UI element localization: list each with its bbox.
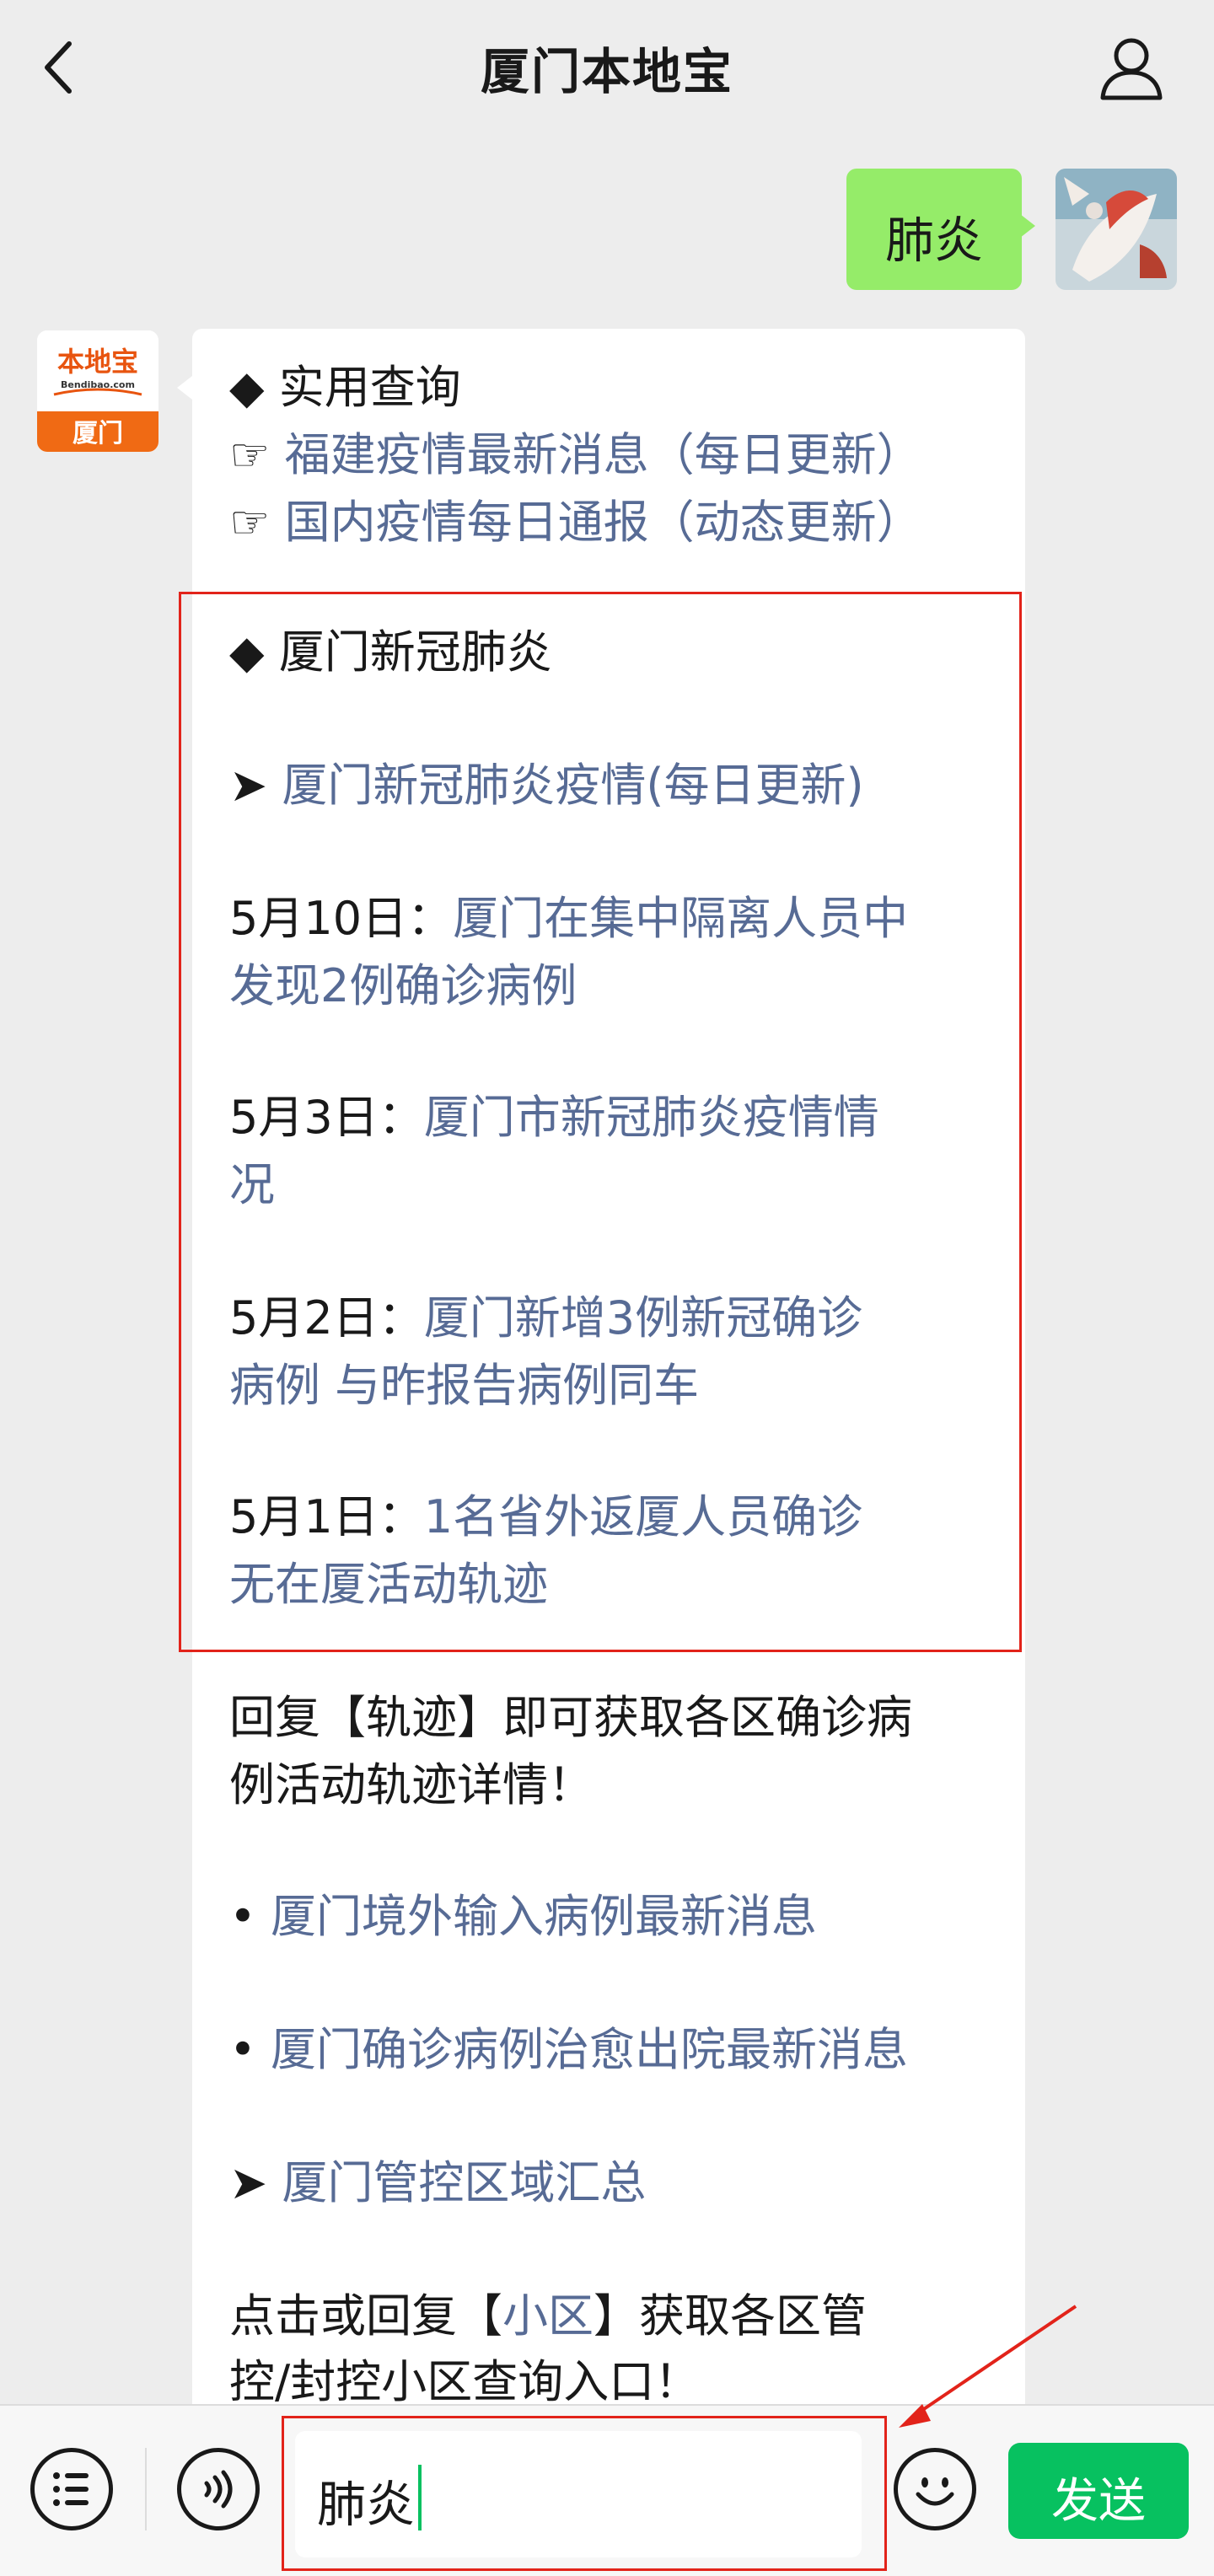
message-text: 例活动轨迹详情！ xyxy=(229,1758,594,1811)
chat-header: 厦门本地宝 xyxy=(0,0,1214,135)
message-link[interactable]: 发现2例确诊病例 xyxy=(229,959,577,1012)
send-button[interactable]: 发送 xyxy=(1008,2443,1189,2539)
news-item-may1-cont[interactable]: 无在厦活动轨迹 xyxy=(229,1551,548,1618)
line-prefix: • xyxy=(229,1890,271,1943)
section-xiamen-covid: ◆ 厦门新冠肺炎 xyxy=(229,619,552,686)
emoji-icon[interactable] xyxy=(894,2448,976,2530)
line-prefix: 5月1日： xyxy=(229,1490,424,1543)
bendibao-logo: 本地宝 Bendibao.com 厦门 xyxy=(37,330,158,452)
section-practical-query: ◆ 实用查询 xyxy=(229,354,461,421)
line-prefix: 5月2日： xyxy=(229,1291,424,1344)
link-xiamen-daily[interactable]: ➤ 厦门新冠肺炎疫情(每日更新) xyxy=(229,752,864,819)
message-link[interactable]: 厦门确诊病例治愈出院最新消息 xyxy=(271,2023,908,2076)
line-prefix: ☞ xyxy=(229,428,285,481)
news-item-may3[interactable]: 5月3日：厦门市新冠肺炎疫情情 xyxy=(229,1084,879,1151)
message-link[interactable]: 厦门新冠肺炎疫情(每日更新) xyxy=(282,759,863,812)
link-recovered-cases[interactable]: • 厦门确诊病例治愈出院最新消息 xyxy=(229,2016,908,2084)
message-text: 回复【轨迹】即可获取各区确诊病 xyxy=(229,1691,912,1744)
message-text: 实用查询 xyxy=(278,361,461,414)
line-prefix: ◆ xyxy=(229,625,279,679)
news-item-may3-cont[interactable]: 况 xyxy=(229,1151,275,1219)
link-imported-cases[interactable]: • 厦门境外输入病例最新消息 xyxy=(229,1883,817,1951)
user-avatar-image xyxy=(1056,169,1177,290)
message-link[interactable]: 厦门管控区域汇总 xyxy=(282,2156,646,2209)
outgoing-bubble-tail xyxy=(1020,214,1035,238)
news-item-may10[interactable]: 5月10日：厦门在集中隔离人员中 xyxy=(229,885,908,953)
message-link[interactable]: 厦门市新冠肺炎疫情情 xyxy=(424,1091,879,1144)
message-text: 控/封控小区查询入口！ xyxy=(229,2355,701,2408)
line-prefix: 5月10日： xyxy=(229,892,454,945)
send-button-label: 发送 xyxy=(1051,2474,1146,2529)
link-national-daily[interactable]: ☞ 国内疫情每日通报（动态更新） xyxy=(229,489,922,556)
line-prefix: ➤ xyxy=(229,2156,282,2209)
svg-text:厦门: 厦门 xyxy=(73,419,123,448)
community-link[interactable]: 小区 xyxy=(502,2289,594,2343)
message-link[interactable]: 厦门新增3例新冠确诊 xyxy=(424,1291,862,1344)
message-link[interactable]: 1名省外返厦人员确诊 xyxy=(424,1490,862,1543)
message-link[interactable]: 况 xyxy=(229,1158,275,1211)
highlight-box-input xyxy=(282,2416,887,2571)
message-text: 】获取各区管 xyxy=(594,2289,867,2343)
composer-divider xyxy=(145,2448,147,2530)
line-prefix: ➤ xyxy=(229,759,282,812)
chat-title: 厦门本地宝 xyxy=(480,43,733,100)
voice-input-icon[interactable] xyxy=(177,2448,260,2530)
svg-text:本地宝: 本地宝 xyxy=(57,346,138,378)
user-avatar[interactable] xyxy=(1056,169,1177,290)
line-prefix: ☞ xyxy=(229,496,285,549)
news-item-may2[interactable]: 5月2日：厦门新增3例新冠确诊 xyxy=(229,1285,862,1352)
outgoing-message-text: 肺炎 xyxy=(884,212,983,269)
line-prefix: ◆ xyxy=(229,361,279,414)
message-link[interactable]: 厦门在集中隔离人员中 xyxy=(453,892,908,945)
line-prefix: 5月3日： xyxy=(229,1091,424,1144)
news-item-may1[interactable]: 5月1日：1名省外返厦人员确诊 xyxy=(229,1484,862,1551)
message-link[interactable]: 福建疫情最新消息（每日更新） xyxy=(285,428,922,481)
reply-trajectory-hint-cont: 例活动轨迹详情！ xyxy=(229,1752,594,1819)
message-text: 厦门新冠肺炎 xyxy=(278,625,552,679)
profile-icon[interactable] xyxy=(1096,32,1167,103)
message-link[interactable]: 厦门境外输入病例最新消息 xyxy=(271,1890,817,1943)
news-item-may10-cont[interactable]: 发现2例确诊病例 xyxy=(229,953,577,1020)
news-item-may2-cont[interactable]: 病例 与昨报告病例同车 xyxy=(229,1352,699,1419)
reply-trajectory-hint: 回复【轨迹】即可获取各区确诊病 xyxy=(229,1684,912,1752)
message-link[interactable]: 病例 与昨报告病例同车 xyxy=(229,1359,699,1412)
menu-icon[interactable] xyxy=(30,2448,113,2530)
link-fujian-latest[interactable]: ☞ 福建疫情最新消息（每日更新） xyxy=(229,421,922,489)
outgoing-message-bubble[interactable]: 肺炎 xyxy=(846,169,1022,290)
message-text: 点击或回复【 xyxy=(229,2289,502,2343)
reply-community-hint: 点击或回复【小区】获取各区管 xyxy=(229,2283,867,2350)
line-prefix: • xyxy=(229,2023,271,2076)
official-account-avatar[interactable]: 本地宝 Bendibao.com 厦门 xyxy=(37,330,158,452)
message-link[interactable]: 无在厦活动轨迹 xyxy=(229,1558,548,1611)
incoming-bubble-tail xyxy=(177,376,192,400)
link-controlled-areas[interactable]: ➤ 厦门管控区域汇总 xyxy=(229,2149,646,2217)
message-link[interactable]: 国内疫情每日通报（动态更新） xyxy=(285,496,922,549)
